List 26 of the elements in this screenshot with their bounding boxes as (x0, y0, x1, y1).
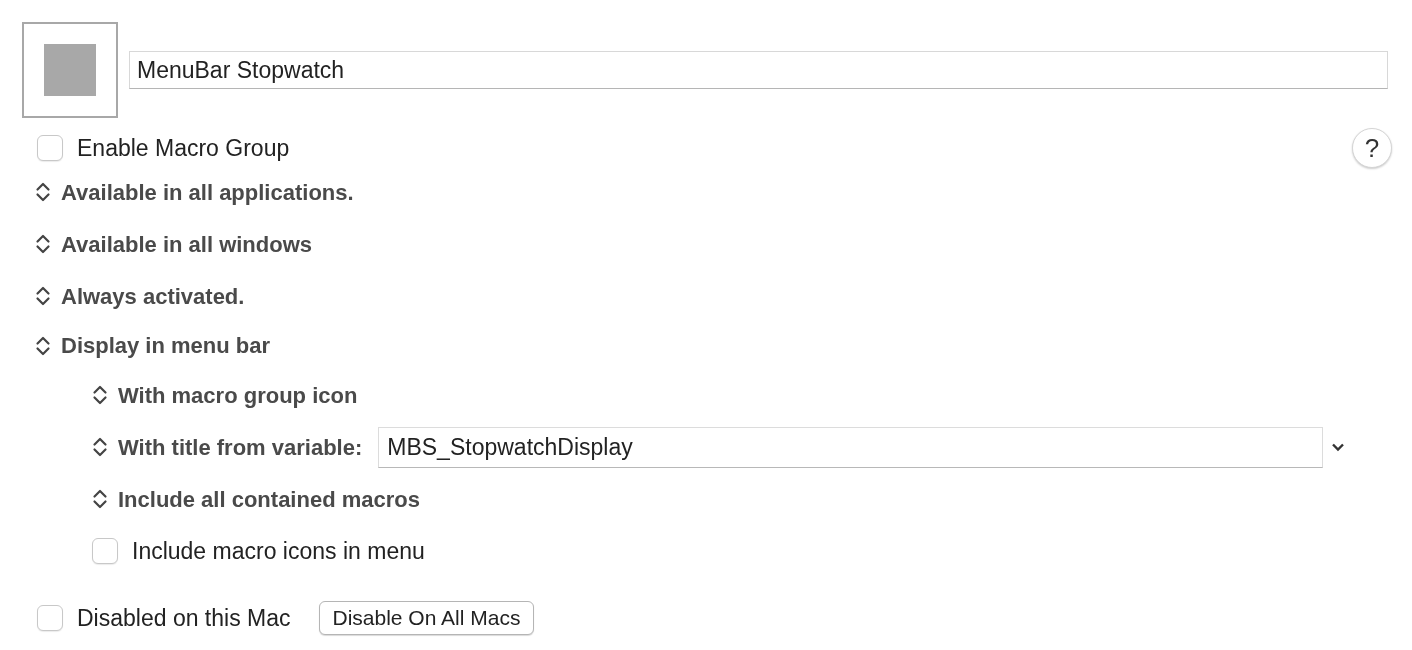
popup-menu-label[interactable]: Display in menu bar (61, 329, 271, 362)
checkbox-label: Disabled on this Mac (77, 603, 291, 633)
up-down-arrows-icon[interactable] (92, 488, 108, 510)
popup-menu-label[interactable]: Available in all applications. (61, 175, 354, 209)
checkbox[interactable] (37, 605, 63, 631)
checkbox-label: Include macro icons in menu (132, 536, 425, 566)
variable-field[interactable]: MBS_StopwatchDisplay (378, 426, 1324, 468)
checkbox-label: Enable Macro Group (77, 133, 290, 163)
checkbox[interactable] (37, 135, 63, 161)
up-down-arrows-icon[interactable] (35, 334, 51, 357)
popup-menu-label[interactable]: Include all contained macros (118, 482, 420, 516)
up-down-arrows-icon[interactable] (35, 181, 51, 203)
popup-menu-label[interactable]: Always activated. (61, 279, 245, 313)
help-button[interactable]: ? (1352, 128, 1392, 168)
up-down-arrows-icon[interactable] (92, 384, 108, 406)
popup-menu-label[interactable]: Available in all windows (61, 227, 313, 261)
popup-menu-label[interactable]: With macro group icon (118, 378, 358, 412)
popup-menu-label[interactable]: With title from variable: (118, 430, 363, 464)
placeholder-square-icon (44, 44, 96, 96)
up-down-arrows-icon[interactable] (35, 233, 51, 255)
up-down-arrows-icon[interactable] (92, 436, 108, 458)
name-field[interactable]: MenuBar Stopwatch (129, 51, 1388, 89)
up-down-arrows-icon[interactable] (35, 285, 51, 307)
disable-all-button[interactable]: Disable On All Macs (318, 601, 535, 635)
checkbox[interactable] (92, 538, 118, 564)
chevron-down-icon[interactable] (1331, 442, 1346, 452)
